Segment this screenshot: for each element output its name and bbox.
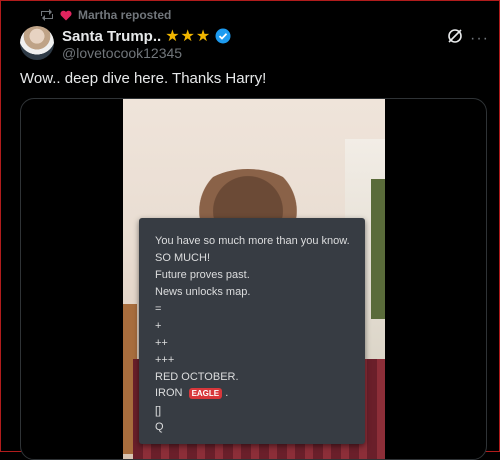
overlay-line: +++ [155, 354, 175, 366]
author-handle[interactable]: @lovetocook12345 [62, 45, 182, 61]
tweet-text: Wow.. deep dive here. Thanks Harry! [20, 70, 267, 87]
overlay-line: [] [155, 405, 162, 417]
overlay-line: + [155, 320, 162, 332]
repost-indicator[interactable]: Martha reposted [40, 8, 171, 22]
overlay-iron-text: IRON [155, 387, 183, 399]
repost-text: Martha reposted [78, 8, 172, 22]
avatar[interactable] [20, 26, 54, 60]
overlay-line: SO MUCH! [155, 252, 210, 264]
overlay-line: Future proves past. [155, 269, 250, 281]
overlay-line: Q [155, 421, 164, 433]
author-display-name[interactable]: Santa Trump.. [62, 28, 161, 45]
grok-icon[interactable] [446, 27, 464, 45]
overlay-line: RED OCTOBER. [155, 371, 239, 383]
heart-icon [60, 10, 72, 20]
overlay-line: = [155, 303, 162, 315]
overlay-line: You have so much more than you know. [155, 235, 350, 247]
repost-icon [41, 9, 53, 21]
text-overlay-card: You have so much more than you know. SO … [139, 218, 365, 444]
more-icon[interactable]: ··· [470, 30, 489, 48]
verified-badge-icon[interactable] [215, 28, 231, 44]
star-emoji-group: ★★★ [165, 28, 212, 45]
eagle-badge: EAGLE [188, 387, 223, 399]
author-name-row[interactable]: Santa Trump.. ★★★ [62, 26, 231, 46]
overlay-line-iron: IRON EAGLE . [155, 387, 228, 399]
overlay-iron-suffix: . [225, 387, 229, 399]
background-panel [371, 179, 385, 319]
overlay-line: ++ [155, 337, 168, 349]
overlay-line: News unlocks map. [155, 286, 251, 298]
